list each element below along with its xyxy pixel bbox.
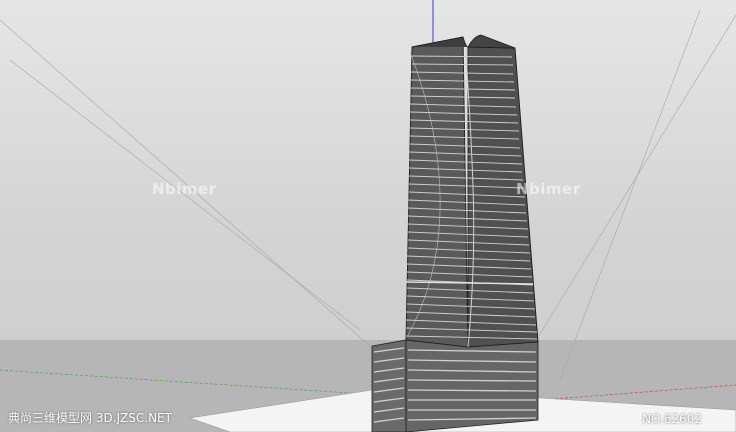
watermark-right: Nbimer [516,180,581,198]
guide-line [559,9,701,381]
site-credit: 典尚三维模型网 3D.JZSC.NET [8,411,172,425]
watermark-left: Nbimer [152,180,217,198]
green-axis [0,369,381,396]
3d-scene[interactable] [0,0,736,432]
podium [371,339,539,432]
red-axis [539,384,736,401]
sketchup-viewport[interactable]: Nbimer Nbimer 典尚三维模型网 3D.JZSC.NET NO.626… [0,0,736,432]
model-number: NO.62602 [642,412,702,426]
